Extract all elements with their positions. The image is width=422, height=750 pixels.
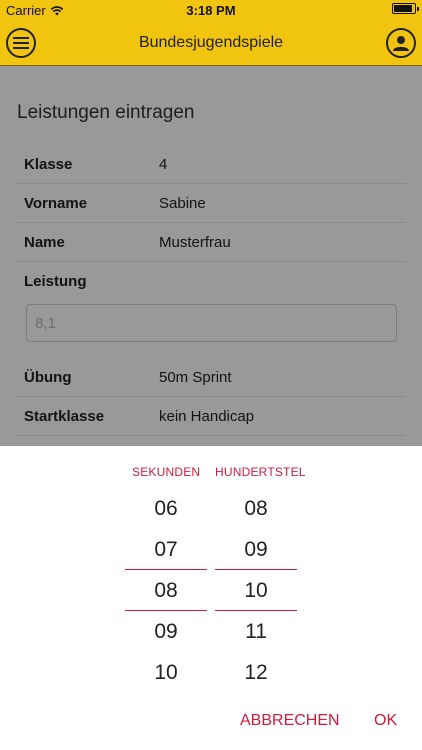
page-title: Bundesjugendspiele bbox=[138, 34, 284, 51]
selection-line-top bbox=[125, 569, 207, 570]
cancel-button[interactable]: ABBRECHEN bbox=[240, 712, 340, 730]
status-time: 3:18 PM bbox=[186, 3, 236, 18]
battery-icon bbox=[392, 3, 419, 14]
picker-option[interactable]: 09 bbox=[125, 611, 207, 652]
hundredths-wheel[interactable]: 08 09 10 11 12 bbox=[215, 488, 297, 693]
picker-option[interactable]: 08 bbox=[215, 488, 297, 529]
profile-button[interactable] bbox=[386, 28, 416, 58]
selection-line-top bbox=[215, 569, 297, 570]
seconds-wheel[interactable]: 06 07 08 09 10 bbox=[125, 488, 207, 693]
picker-option-selected[interactable]: 10 bbox=[215, 570, 297, 611]
ok-button[interactable]: OK bbox=[374, 712, 397, 730]
picker-option[interactable]: 11 bbox=[215, 611, 297, 652]
picker-option-selected[interactable]: 08 bbox=[125, 570, 207, 611]
seconds-header: SEKUNDEN bbox=[132, 465, 201, 479]
status-bar: Carrier 3:18 PM bbox=[0, 0, 422, 21]
selection-line-bottom bbox=[125, 610, 207, 611]
time-picker-sheet: SEKUNDEN HUNDERTSTEL 06 07 08 09 10 08 0… bbox=[0, 446, 422, 750]
picker-option[interactable]: 10 bbox=[125, 652, 207, 693]
user-icon bbox=[393, 36, 409, 51]
picker-option[interactable]: 06 bbox=[125, 488, 207, 529]
picker-option[interactable]: 12 bbox=[215, 652, 297, 693]
picker-option[interactable]: 09 bbox=[215, 529, 297, 570]
nav-bar: Bundesjugendspiele bbox=[0, 21, 422, 66]
hundredths-header: HUNDERTSTEL bbox=[215, 465, 306, 479]
status-right bbox=[392, 3, 419, 14]
picker-option[interactable]: 07 bbox=[125, 529, 207, 570]
selection-line-bottom bbox=[215, 610, 297, 611]
